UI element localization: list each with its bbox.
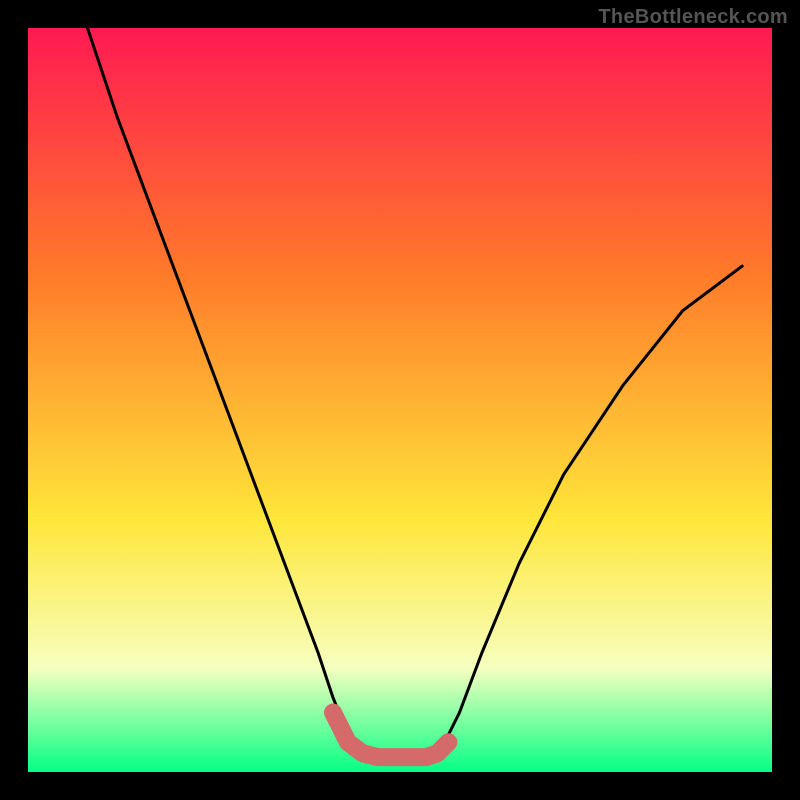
chart-container: TheBottleneck.com: [0, 0, 800, 800]
watermark-text: TheBottleneck.com: [598, 6, 788, 29]
chart-svg: [0, 0, 800, 800]
plot-background: [28, 28, 772, 772]
